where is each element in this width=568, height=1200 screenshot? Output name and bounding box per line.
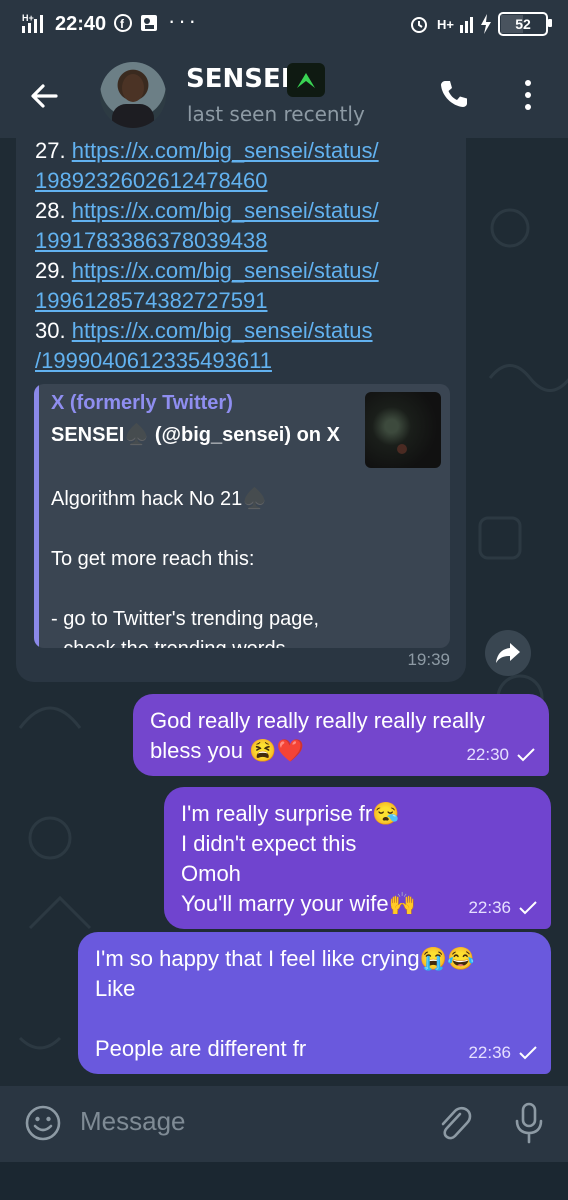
battery-indicator: 52 [498,12,552,36]
link-item: 1996128574382727591 [35,288,267,314]
contact-name[interactable]: SENSEI [186,64,290,94]
message-time: 22:36 [468,898,511,917]
link-item: /1999040612335493611 [35,348,272,374]
share-button[interactable] [485,630,531,676]
link-item: 29. https://x.com/big_sensei/status/ [35,258,379,283]
signal-icon: H+ [22,13,43,33]
more-vertical-icon[interactable] [518,78,538,112]
link-item: 1991783386378039438 [35,228,267,254]
preview-title: SENSEI♠️ (@big_sensei) on X [51,424,340,446]
mic-icon[interactable] [514,1102,544,1144]
checkmark-icon [519,901,537,915]
network-type: H+ [437,16,454,32]
message-input[interactable]: Message [80,1106,186,1137]
link-item: 30. https://x.com/big_sensei/status [35,318,373,343]
charging-icon [481,14,491,34]
message-text: I'm really surprise fr😪 I didn't expect … [181,801,416,916]
message-time: 19:39 [407,650,450,669]
link-item: 27. https://x.com/big_sensei/status/ [35,138,379,163]
phone-icon[interactable] [438,78,470,110]
arrow-badge-icon [287,63,325,97]
outgoing-message-bubble[interactable]: God really really really really really b… [133,694,549,776]
svg-text:H+: H+ [22,13,34,23]
status-link[interactable]: https://x.com/big_sensei/status/ [72,198,379,223]
link-preview-card[interactable]: X (formerly Twitter) SENSEI♠️ (@big_sens… [34,384,450,648]
share-icon [496,643,520,663]
status-link[interactable]: https://x.com/big_sensei/status [72,318,373,343]
attach-icon[interactable] [436,1104,472,1144]
outgoing-message-bubble[interactable]: I'm so happy that I feel like crying😭😂 L… [78,932,551,1074]
clock: 22:40 [55,13,107,35]
message-text: God really really really really really b… [150,708,486,763]
outgoing-message-bubble[interactable]: I'm really surprise fr😪 I didn't expect … [164,787,551,929]
chat-area: 27. https://x.com/big_sensei/status/ 198… [0,138,568,1086]
status-link[interactable]: 1996128574382727591 [35,288,267,313]
message-text: I'm so happy that I feel like crying😭😂 L… [95,946,475,1061]
incoming-message-bubble[interactable]: 27. https://x.com/big_sensei/status/ 198… [16,138,466,682]
signal-bars-icon [460,17,473,33]
last-seen-status: last seen recently [187,102,365,126]
facebook-icon: f [114,14,132,32]
emoji-icon[interactable] [24,1104,62,1142]
status-link[interactable]: 1989232602612478460 [35,168,267,193]
preview-site-name: X (formerly Twitter) [51,392,233,414]
more-notifications-icon: ··· [168,8,199,33]
checkmark-icon [519,1046,537,1060]
status-link[interactable]: 1991783386378039438 [35,228,267,253]
link-item: 28. https://x.com/big_sensei/status/ [35,198,379,223]
status-bar: H+ 22:40 f ··· H+ 52 [0,0,568,50]
message-time: 22:30 [466,745,509,764]
message-composer: Message [0,1086,568,1162]
status-link[interactable]: https://x.com/big_sensei/status/ [72,138,379,163]
status-link[interactable]: /1999040612335493611 [35,348,272,373]
notification-icon [141,15,157,31]
navigation-area [0,1162,568,1200]
back-arrow-icon[interactable] [26,78,62,114]
preview-description: Algorithm hack No 21♠️ To get more reach… [51,488,320,648]
checkmark-icon [517,748,535,762]
preview-thumbnail [365,392,441,468]
svg-text:f: f [120,17,125,31]
link-item: 1989232602612478460 [35,168,267,194]
message-time: 22:36 [468,1043,511,1062]
alarm-icon [411,17,428,33]
avatar[interactable] [100,62,166,128]
status-link[interactable]: https://x.com/big_sensei/status/ [72,258,379,283]
chat-header: SENSEI last seen recently [0,50,568,138]
